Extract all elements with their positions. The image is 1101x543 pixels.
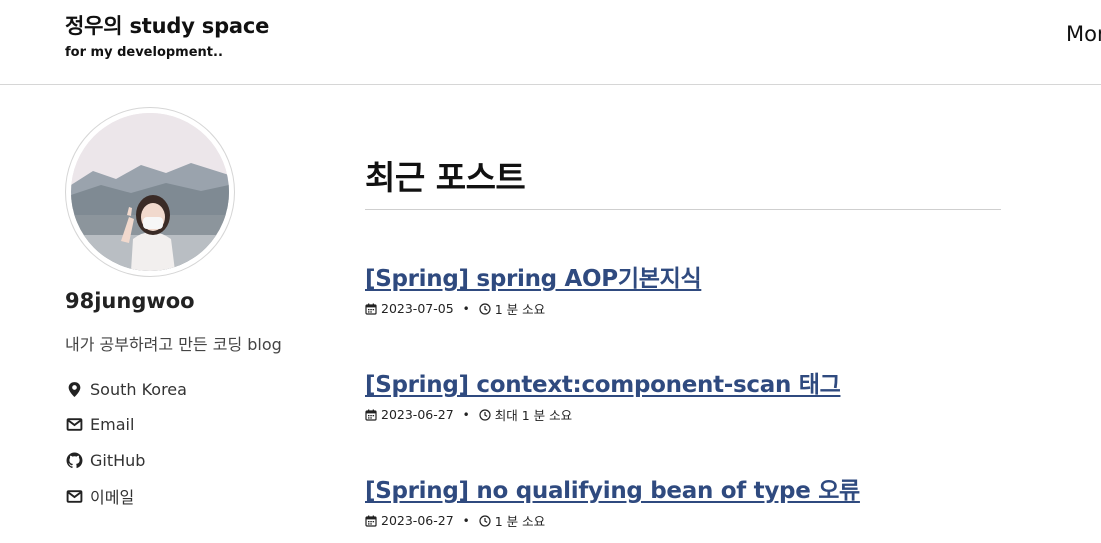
author-link-label: South Korea [90,379,187,399]
meta-separator: • [462,301,470,316]
site-subtitle: for my development.. [65,45,223,60]
clock-icon [479,514,491,527]
post-item: [Spring] context:component-scan 태그 2023-… [365,365,1001,424]
clock-icon [479,302,491,315]
author-name: 98jungwoo [65,289,195,313]
post-read-time: 최대 1 분 소요 [494,408,573,423]
post-title-link[interactable]: [Spring] no qualifying bean of type 오류 [365,471,1001,505]
clock-icon [479,408,491,421]
post-title-link[interactable]: [Spring] context:component-scan 태그 [365,365,1001,399]
site-title[interactable]: 정우의 study space [65,10,269,40]
github-icon [65,451,83,469]
post-date: 2023-06-27 [381,407,454,422]
envelope-icon [65,487,83,505]
profile-photo [71,113,229,271]
author-link-label[interactable]: 이메일 [90,484,134,508]
post-read-time: 1 분 소요 [494,514,546,529]
heading-divider [365,209,1001,210]
masthead: 정우의 study space for my development.. Mor [0,0,1101,85]
post-item: [Spring] no qualifying bean of type 오류 2… [365,471,1001,530]
envelope-icon [65,415,83,433]
meta-separator: • [462,513,470,528]
author-link-email[interactable]: Email [65,412,134,436]
post-meta: 2023-06-27 • 1 분 소요 [365,511,1001,530]
avatar [65,107,235,277]
calendar-icon [365,303,377,315]
post-item: [Spring] spring AOP기본지식 2023-07-05 • 1 분… [365,259,1001,318]
page-title: 최근 포스트 [365,158,526,197]
location-pin-icon [65,380,83,398]
author-link-location: South Korea [65,377,187,401]
post-title-link[interactable]: [Spring] spring AOP기본지식 [365,259,1001,293]
calendar-icon [365,409,377,421]
post-meta: 2023-06-27 • 최대 1 분 소요 [365,405,1001,424]
author-link-github[interactable]: GitHub [65,448,145,472]
calendar-icon [365,515,377,527]
author-bio: 내가 공부하려고 만든 코딩 blog [65,335,282,354]
post-read-time: 1 분 소요 [494,302,546,317]
author-link-email-ko[interactable]: 이메일 [65,484,134,508]
post-date: 2023-06-27 [381,513,454,528]
meta-separator: • [462,407,470,422]
nav-more-link[interactable]: Mor [1066,22,1101,46]
author-link-label[interactable]: GitHub [90,451,145,470]
post-date: 2023-07-05 [381,301,454,316]
post-meta: 2023-07-05 • 1 분 소요 [365,299,1001,318]
author-link-label[interactable]: Email [90,415,134,434]
